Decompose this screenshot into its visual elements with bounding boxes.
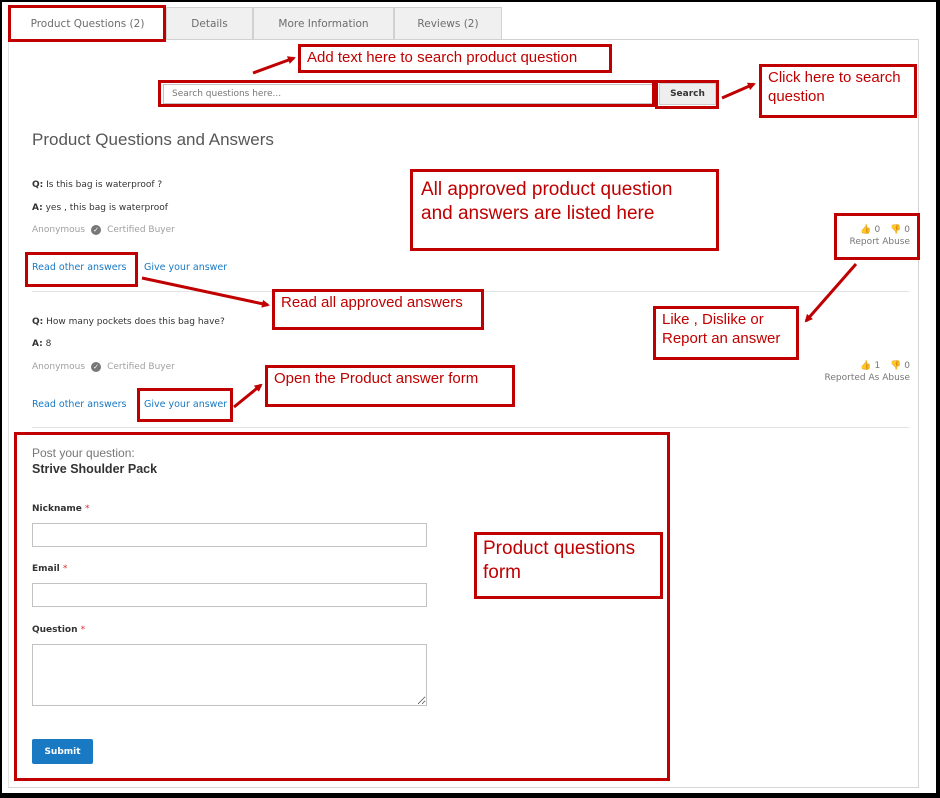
read-other-answers-link[interactable]: Read other answers (32, 262, 126, 273)
tab-label: More Information (278, 17, 369, 30)
question-textarea[interactable] (32, 644, 427, 706)
annotation-question-form: Product questions form (474, 532, 663, 599)
answer-value: 8 (45, 339, 52, 349)
email-label: Email * (32, 564, 67, 574)
tab-product-questions[interactable]: Product Questions (2) (9, 7, 166, 39)
required-mark: * (85, 504, 90, 514)
annotation-answer-form: Open the Product answer form (265, 365, 515, 407)
panel-border (8, 787, 919, 788)
annotation-listed: All approved product question and answer… (410, 169, 719, 251)
vote-block: 👍 0 👎 0 Report Abuse (836, 225, 911, 247)
product-name: Strive Shoulder Pack (32, 462, 158, 476)
answer-meta: Anonymous ✓ Certified Buyer (32, 225, 175, 235)
tab-label: Product Questions (2) (30, 17, 145, 30)
question-text: Q: How many pockets does this bag have? (32, 317, 225, 327)
annotation-search-button: Click here to search question (759, 64, 917, 118)
tabs-divider (166, 39, 918, 40)
check-circle-icon: ✓ (91, 225, 102, 235)
like-button[interactable]: 👍 1 (860, 361, 880, 371)
nickname-input[interactable] (32, 523, 427, 547)
search-questions-input[interactable] (163, 84, 653, 104)
dislike-count: 0 (904, 361, 910, 371)
answer-text: A: yes , this bag is waterproof (32, 203, 168, 213)
submit-label: Submit (44, 746, 81, 757)
annotation-like-dislike: Like , Dislike or Report an answer (653, 306, 799, 360)
check-circle-icon: ✓ (91, 362, 102, 372)
divider (32, 427, 909, 428)
thumbs-down-icon: 👎 (890, 361, 902, 371)
tab-reviews[interactable]: Reviews (2) (394, 7, 502, 39)
answer-text: A: 8 (32, 339, 51, 349)
question-value: How many pockets does this bag have? (46, 317, 225, 327)
author-name: Anonymous (32, 225, 86, 235)
certified-badge: Certified Buyer (107, 225, 175, 235)
answer-value: yes , this bag is waterproof (45, 203, 168, 213)
nickname-label: Nickname * (32, 504, 90, 514)
tab-label: Reviews (2) (417, 17, 479, 30)
form-heading: Post your question: (32, 446, 135, 460)
author-name: Anonymous (32, 362, 86, 372)
search-button-label: Search (670, 89, 705, 99)
give-your-answer-link[interactable]: Give your answer (144, 262, 227, 273)
label-text: Email (32, 564, 60, 574)
like-count: 0 (874, 225, 881, 235)
read-other-answers-link[interactable]: Read other answers (32, 399, 126, 410)
question-value: Is this bag is waterproof ? (46, 180, 163, 190)
a-prefix: A: (32, 339, 43, 349)
report-abuse-link[interactable]: Report Abuse (836, 237, 911, 247)
answer-meta: Anonymous ✓ Certified Buyer (32, 362, 175, 372)
email-input[interactable] (32, 583, 427, 607)
q-prefix: Q: (32, 317, 44, 327)
panel-border (8, 39, 9, 787)
annotation-search-text: Add text here to search product question (298, 44, 612, 73)
thumbs-up-icon: 👍 (860, 225, 872, 235)
tab-more-information[interactable]: More Information (253, 7, 394, 39)
vote-block: 👍 1 👎 0 Reported As Abuse (810, 361, 910, 383)
required-mark: * (62, 564, 68, 574)
thumbs-up-icon: 👍 (860, 361, 872, 371)
tab-label: Details (191, 17, 228, 30)
certified-badge: Certified Buyer (107, 362, 175, 372)
question-label: Question * (32, 625, 85, 635)
panel-border (918, 39, 919, 787)
like-count: 1 (874, 361, 881, 371)
a-prefix: A: (32, 203, 43, 213)
like-button[interactable]: 👍 0 (860, 225, 880, 235)
q-prefix: Q: (32, 180, 44, 190)
annotation-read-all: Read all approved answers (272, 289, 484, 330)
reported-abuse-label: Reported As Abuse (824, 373, 910, 383)
thumbs-down-icon: 👎 (890, 225, 902, 235)
submit-button[interactable]: Submit (32, 739, 93, 764)
give-your-answer-link[interactable]: Give your answer (144, 399, 227, 410)
dislike-button[interactable]: 👎 0 (890, 225, 910, 235)
section-title: Product Questions and Answers (32, 130, 274, 149)
dislike-count: 0 (904, 225, 910, 235)
search-button[interactable]: Search (659, 83, 716, 105)
required-mark: * (80, 625, 86, 635)
question-text: Q: Is this bag is waterproof ? (32, 180, 162, 190)
label-text: Question (32, 625, 78, 635)
tab-details[interactable]: Details (166, 7, 253, 39)
dislike-button[interactable]: 👎 0 (890, 361, 910, 371)
label-text: Nickname (32, 504, 82, 514)
